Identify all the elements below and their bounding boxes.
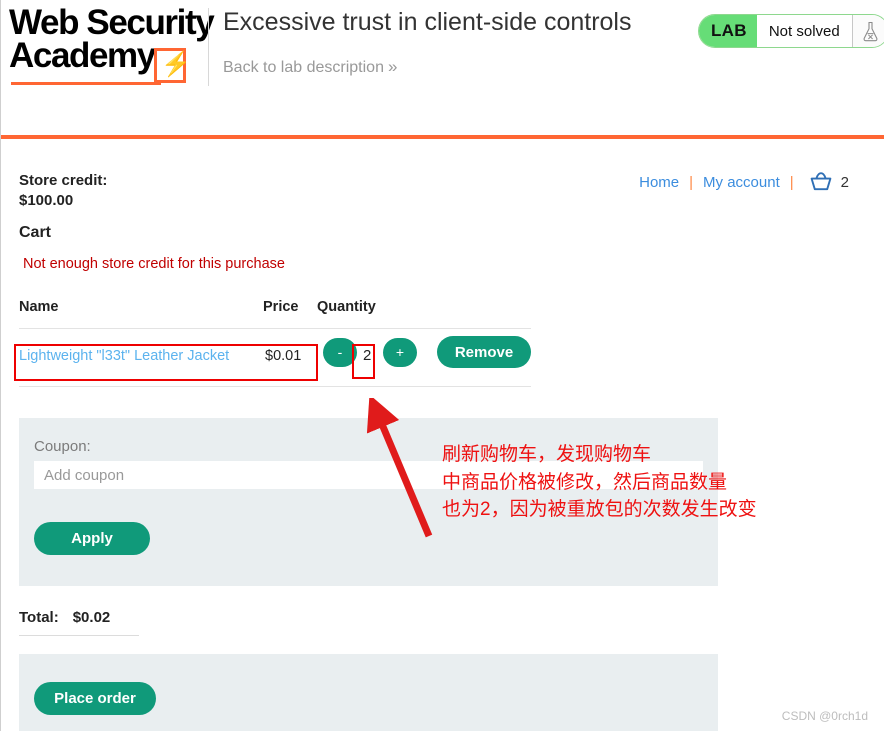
logo-line-2: Academy <box>9 36 156 75</box>
nav-link-my-account[interactable]: My account <box>703 174 780 191</box>
annotation-line-1: 刷新购物车，发现购物车 <box>442 444 652 465</box>
site-nav: Home | My account | 2 <box>639 171 849 193</box>
table-row: Lightweight "l33t" Leather Jacket $0.01 … <box>19 329 531 387</box>
lab-badge-status: Not solved <box>756 15 852 47</box>
lab-status-badge: LAB Not solved <box>698 14 884 48</box>
annotation-text: 刷新购物车，发现购物车 中商品价格被修改，然后商品数量 也为2，因为被重放包的次… <box>442 441 757 524</box>
cart-heading: Cart <box>19 224 52 241</box>
header-divider <box>208 8 209 86</box>
coupon-label: Coupon: <box>34 438 91 455</box>
flask-icon <box>851 15 884 47</box>
site-header: Web Security Academy ⚡ Excessive trust i… <box>1 0 884 139</box>
page-root: Web Security Academy ⚡ Excessive trust i… <box>0 0 884 731</box>
basket-icon[interactable] <box>808 171 834 193</box>
back-link-label: Back to lab description <box>223 59 384 76</box>
logo-underline <box>11 82 161 85</box>
product-price: $0.01 <box>265 348 302 364</box>
total-label: Total: <box>19 609 59 626</box>
nav-separator-1: | <box>689 173 694 191</box>
chevron-right-icon: » <box>387 57 398 76</box>
remove-item-button[interactable]: Remove <box>437 336 531 368</box>
cart-item-count: 2 <box>840 173 849 191</box>
web-security-academy-logo[interactable]: Web Security Academy ⚡ <box>9 5 215 90</box>
annotation-line-3: 也为2，因为被重放包的次数发生改变 <box>442 499 757 520</box>
column-header-quantity: Quantity <box>317 299 376 315</box>
cart-error-message: Not enough store credit for this purchas… <box>23 256 285 272</box>
store-credit-value: $100.00 <box>19 192 74 209</box>
column-header-price: Price <box>263 299 299 315</box>
back-to-lab-description-link[interactable]: Back to lab description» <box>223 57 397 77</box>
lab-badge-tag: LAB <box>699 15 757 47</box>
lightning-bolt-icon: ⚡ <box>161 51 191 78</box>
quantity-value: 2 <box>363 347 372 364</box>
nav-separator-2: | <box>789 173 794 191</box>
store-credit-label: Store credit: <box>19 172 108 189</box>
column-header-name: Name <box>19 299 59 315</box>
header-accent-rule <box>1 135 884 139</box>
nav-link-home[interactable]: Home <box>639 174 679 191</box>
quantity-increase-button[interactable]: + <box>383 338 417 367</box>
table-header-row: Name Price Quantity <box>19 299 531 329</box>
lab-title: Excessive trust in client-side controls <box>223 8 632 36</box>
annotation-line-2: 中商品价格被修改，然后商品数量 <box>442 471 728 493</box>
cart-table: Name Price Quantity Lightweight "l33t" L… <box>19 299 531 387</box>
cart-total: Total: $0.02 <box>19 609 139 636</box>
place-order-button[interactable]: Place order <box>34 682 156 715</box>
product-name-link[interactable]: Lightweight "l33t" Leather Jacket <box>19 348 229 364</box>
watermark: CSDN @0rch1d <box>781 709 868 723</box>
total-value: $0.02 <box>72 609 111 626</box>
quantity-decrease-button[interactable]: - <box>323 338 357 367</box>
apply-coupon-button[interactable]: Apply <box>34 522 150 555</box>
order-panel: Place order <box>19 654 718 731</box>
